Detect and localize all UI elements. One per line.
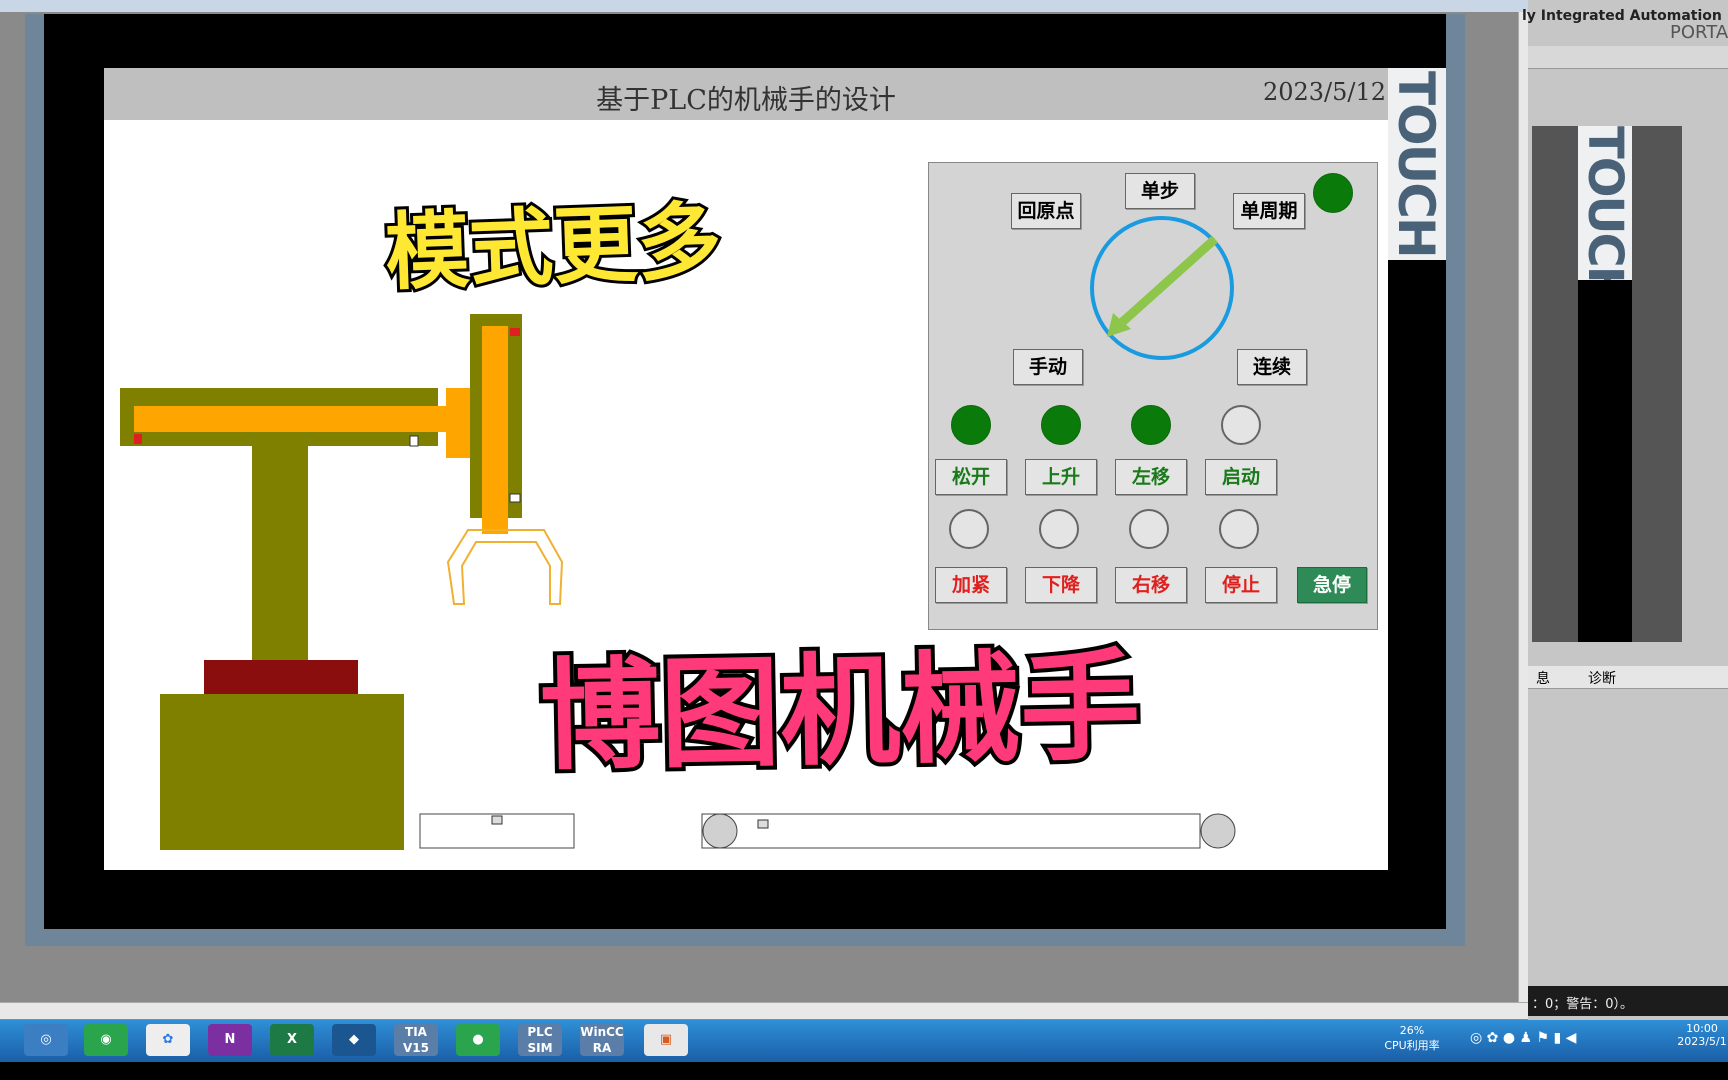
limit-sensor-bottom bbox=[509, 493, 521, 503]
cpu-monitor: 26% CPU利用率 bbox=[1382, 1024, 1442, 1053]
mode-single-cycle-label: 单周期 bbox=[1233, 193, 1305, 229]
tab-diagnostics[interactable]: 诊断 bbox=[1588, 668, 1616, 688]
arm-slider-connector bbox=[446, 388, 472, 458]
raise-button[interactable]: 上升 bbox=[1025, 459, 1097, 495]
window-titlebar bbox=[0, 0, 1528, 12]
mode-selector-knob[interactable] bbox=[1087, 213, 1237, 363]
cpu-label: CPU利用率 bbox=[1384, 1039, 1440, 1052]
ide-status-bar: ：0；警告：0）。 bbox=[1528, 986, 1728, 1016]
qq-icon[interactable]: ◆ bbox=[332, 1024, 376, 1056]
wechat-icon[interactable]: ● bbox=[456, 1024, 500, 1056]
lamp-stop bbox=[1219, 509, 1259, 549]
status-text: ：0；警告：0）。 bbox=[1532, 997, 1634, 1012]
touch-brand-label: TOUCH bbox=[1386, 68, 1446, 260]
lamp-down bbox=[1039, 509, 1079, 549]
gripper-claw bbox=[446, 529, 564, 605]
vertical-slider bbox=[482, 326, 508, 534]
lamp-left bbox=[1131, 405, 1171, 445]
start-button[interactable]: 启动 bbox=[1205, 459, 1277, 495]
control-panel: 回原点 单步 单周期 手动 连续 松开 上升 左移 启动 加紧 下降 右移 停止… bbox=[928, 162, 1378, 630]
station-sensor bbox=[491, 815, 503, 825]
onenote-icon[interactable]: N bbox=[208, 1024, 252, 1056]
clock-time: 10:00 bbox=[1686, 1022, 1718, 1035]
clock-date: 2023/5/1 bbox=[1677, 1035, 1727, 1048]
arm-vertical-column bbox=[252, 446, 308, 696]
ide-tab-strip: 息 诊断 bbox=[1528, 666, 1728, 689]
clamp-button[interactable]: 加紧 bbox=[935, 567, 1007, 603]
conveyor-roller-right bbox=[1200, 813, 1236, 849]
taskbar: ◎ ◉ ✿ N X ◆ TIA V15 ● PLC SIM WinCC RA ▣… bbox=[0, 1020, 1728, 1062]
conveyor-belt bbox=[701, 813, 1201, 849]
mode-manual-label: 手动 bbox=[1013, 349, 1083, 385]
lower-button[interactable]: 下降 bbox=[1025, 567, 1097, 603]
limit-sensor-left bbox=[134, 434, 142, 444]
base-block bbox=[160, 694, 404, 850]
mode-indicator-lamp bbox=[1313, 173, 1353, 213]
ide-brand: PORTAL bbox=[1670, 22, 1728, 43]
mode-home-label: 回原点 bbox=[1011, 193, 1081, 229]
lamp-right bbox=[1129, 509, 1169, 549]
overlay-caption-bottom: 博图机械手 bbox=[535, 634, 1145, 791]
clock[interactable]: 10:00 2023/5/1 bbox=[1676, 1022, 1728, 1048]
letterbox-bar bbox=[0, 1062, 1728, 1080]
wincc-runtime-icon[interactable]: WinCC RA bbox=[580, 1024, 624, 1056]
browser-icon[interactable]: ◉ bbox=[84, 1024, 128, 1056]
move-right-button[interactable]: 右移 bbox=[1115, 567, 1187, 603]
mode-single-step-label: 单步 bbox=[1125, 173, 1195, 209]
cloud-drive-icon[interactable]: ✿ bbox=[146, 1024, 190, 1056]
plcsim-icon[interactable]: PLC SIM bbox=[518, 1024, 562, 1056]
tab-info[interactable]: 息 bbox=[1536, 668, 1550, 688]
lamp-release bbox=[951, 405, 991, 445]
release-button[interactable]: 松开 bbox=[935, 459, 1007, 495]
media-player-icon[interactable]: ▣ bbox=[644, 1024, 688, 1056]
limit-sensor-right bbox=[409, 435, 419, 447]
conveyor-roller-left bbox=[702, 813, 738, 849]
overlay-caption-top: 模式更多 bbox=[381, 189, 726, 305]
tray-icons[interactable]: ◎ ✿ ● ♟ ⚑ ▮ ◀ bbox=[1470, 1030, 1576, 1046]
tia-portal-icon[interactable]: TIA V15 bbox=[394, 1024, 438, 1056]
start-menu-icon[interactable]: ◎ bbox=[24, 1024, 68, 1056]
stop-button[interactable]: 停止 bbox=[1205, 567, 1277, 603]
cpu-value: 26% bbox=[1399, 1024, 1425, 1037]
lamp-up bbox=[1041, 405, 1081, 445]
touch-brand-label-preview: TOUCH bbox=[1578, 126, 1632, 280]
move-left-button[interactable]: 左移 bbox=[1115, 459, 1187, 495]
mode-continuous-label: 连续 bbox=[1237, 349, 1307, 385]
horizontal-scrollbar[interactable] bbox=[0, 1002, 1536, 1019]
emergency-stop-button[interactable]: 急停 bbox=[1297, 567, 1367, 603]
lamp-start bbox=[1221, 405, 1261, 445]
excel-icon[interactable]: X bbox=[270, 1024, 314, 1056]
arm-horizontal-slider bbox=[134, 406, 450, 432]
base-top-plate bbox=[204, 660, 358, 696]
limit-sensor-top bbox=[510, 328, 520, 336]
ide-toolbar bbox=[1528, 46, 1728, 69]
conveyor-sensor bbox=[757, 819, 769, 829]
lamp-clamp bbox=[949, 509, 989, 549]
